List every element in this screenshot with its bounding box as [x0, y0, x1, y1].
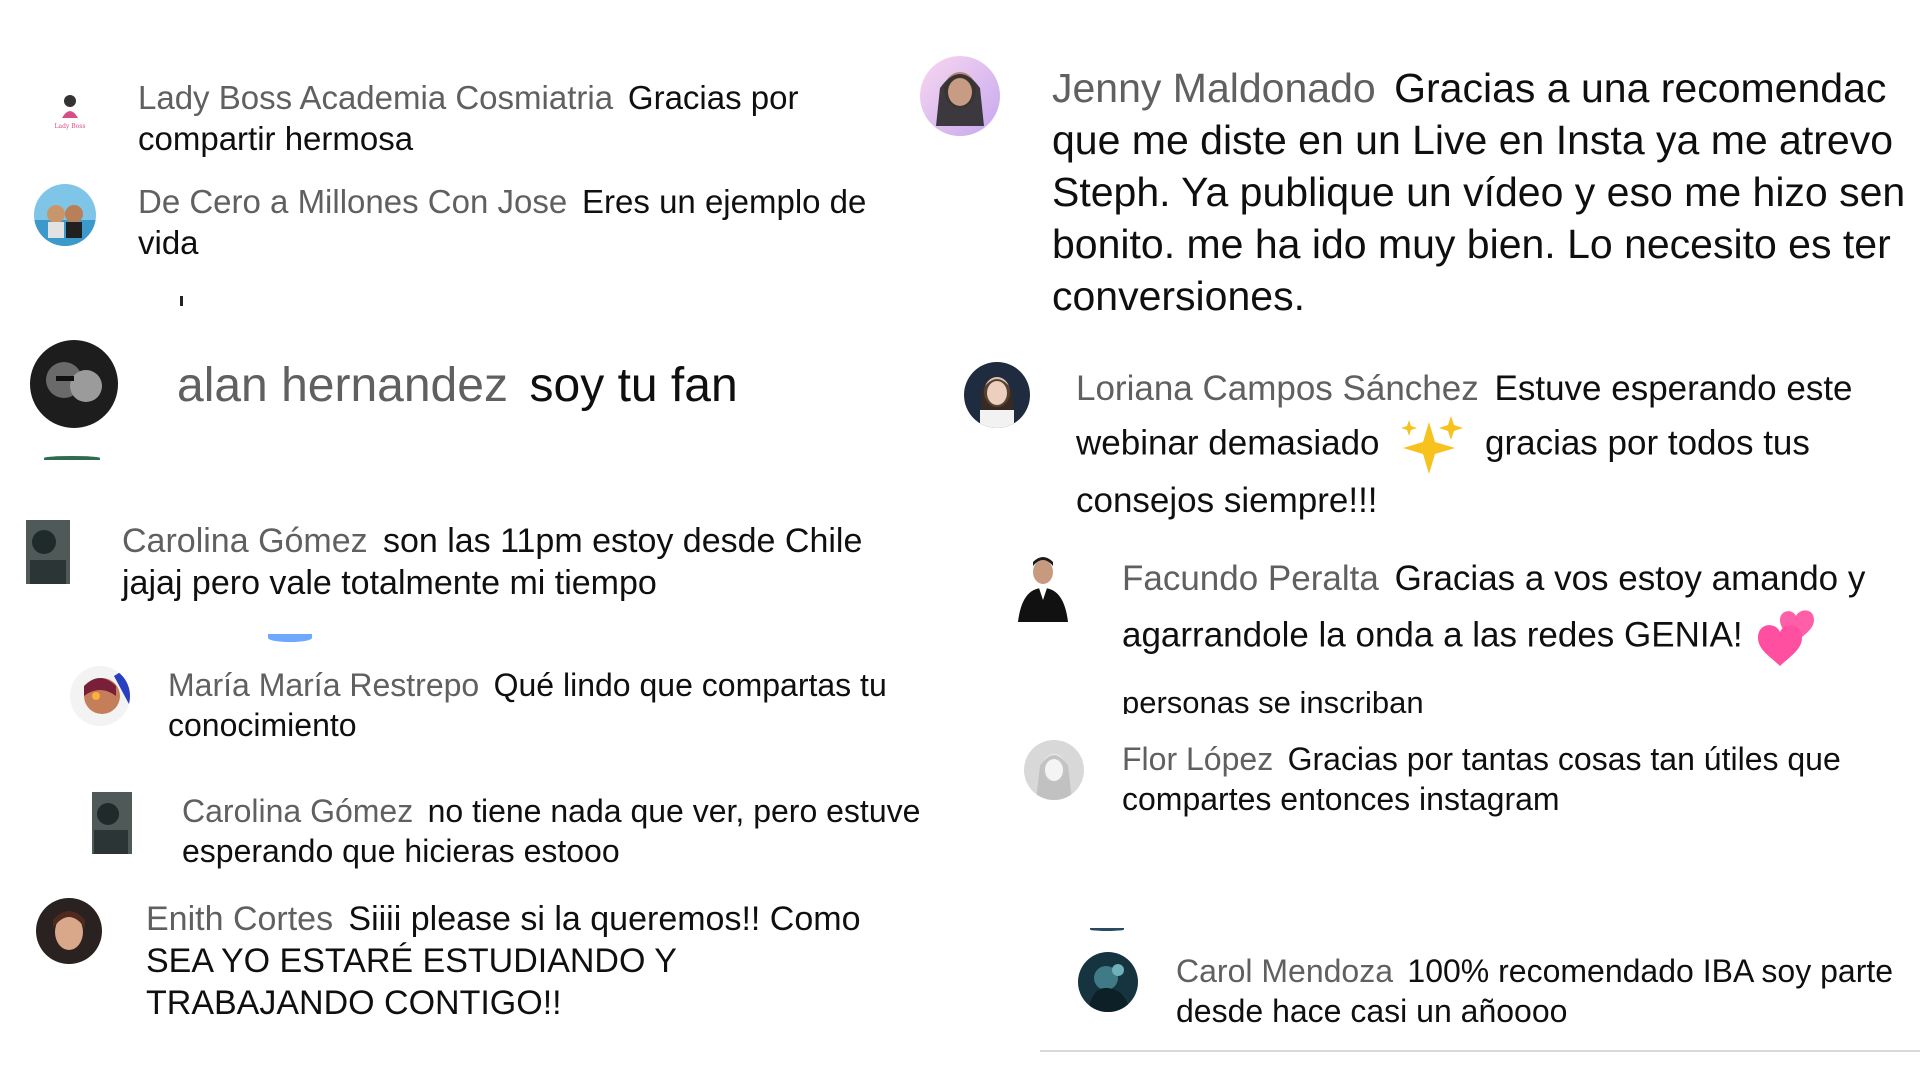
comment-text-line: consejos siempre!!! — [1076, 481, 1378, 520]
lady-boss-logo-icon: Lady Boss — [48, 88, 92, 132]
comment-text-line: Steph. Ya publique un vídeo y eso me hiz… — [1052, 169, 1906, 215]
comment-author[interactable]: María María Restrepo — [168, 667, 479, 703]
comment-author[interactable]: Loriana Campos Sánchez — [1076, 369, 1479, 408]
avatar-photo — [30, 340, 118, 428]
comment-author[interactable]: Carol Mendoza — [1176, 953, 1393, 989]
partial-avatar — [1090, 928, 1124, 931]
comment-text: Gracias a vos estoy amando y — [1394, 559, 1866, 598]
comment-author[interactable]: Carolina Gómez — [182, 793, 413, 829]
comment-text-line: webinar demasiado — [1076, 423, 1380, 463]
avatar[interactable]: Lady Boss — [48, 88, 92, 132]
avatar-photo — [26, 520, 70, 584]
comment-text: Estuve esperando este — [1494, 369, 1853, 408]
avatar-photo — [70, 666, 130, 726]
comment-text-line: bonito. me ha ido muy bien. Lo necesito … — [1052, 221, 1891, 267]
avatar[interactable] — [70, 666, 130, 726]
avatar[interactable] — [1078, 952, 1138, 1012]
avatar[interactable] — [26, 520, 70, 584]
avatar[interactable] — [34, 184, 96, 246]
comment-text: soy tu fan — [529, 359, 738, 412]
avatar[interactable] — [1012, 552, 1074, 622]
comment-text-line: gracias por todos tus — [1484, 423, 1810, 463]
partial-avatar — [44, 456, 100, 460]
comment-author[interactable]: Lady Boss Academia Cosmiatria — [138, 79, 613, 116]
svg-text:Lady Boss: Lady Boss — [55, 123, 86, 130]
avatar-photo — [920, 56, 1000, 136]
comment-text-line: conversiones. — [1052, 273, 1305, 319]
avatar[interactable] — [1024, 740, 1084, 800]
comment-text-line: que me diste en un Live en Insta ya me a… — [1052, 117, 1894, 163]
avatar-photo — [1012, 552, 1074, 622]
avatar-photo — [34, 184, 96, 246]
comment-author[interactable]: Enith Cortes — [146, 900, 333, 938]
comment-author[interactable]: Carolina Gómez — [122, 522, 368, 560]
partial-comment-text: personas se inscriban — [1122, 685, 1424, 714]
avatar[interactable] — [920, 56, 1000, 136]
comment-author[interactable]: Facundo Peralta — [1122, 559, 1379, 598]
avatar-photo — [1024, 740, 1084, 800]
avatar[interactable] — [30, 340, 118, 428]
fragment-mark — [180, 296, 183, 306]
comment-text-line: agarrandole la onda a las redes GENIA! — [1122, 615, 1743, 655]
avatar[interactable] — [92, 792, 132, 854]
comment-author[interactable]: De Cero a Millones Con Jose — [138, 183, 567, 220]
avatar-photo — [1078, 952, 1138, 1012]
avatar-photo — [92, 792, 132, 854]
comment-author[interactable]: Jenny Maldonado — [1052, 65, 1376, 111]
comment-text: Gracias a una recomendac — [1394, 65, 1887, 111]
avatar-photo — [964, 362, 1030, 428]
comment-author[interactable]: Flor López — [1122, 741, 1273, 777]
section-divider — [1040, 1050, 1920, 1052]
partial-emoji — [268, 634, 312, 642]
comment-author[interactable]: alan hernandez — [177, 359, 508, 412]
avatar-photo — [36, 898, 102, 964]
avatar[interactable] — [36, 898, 102, 964]
sparkles-icon — [1399, 416, 1465, 474]
avatar[interactable] — [964, 362, 1030, 428]
two-hearts-icon — [1756, 606, 1822, 668]
